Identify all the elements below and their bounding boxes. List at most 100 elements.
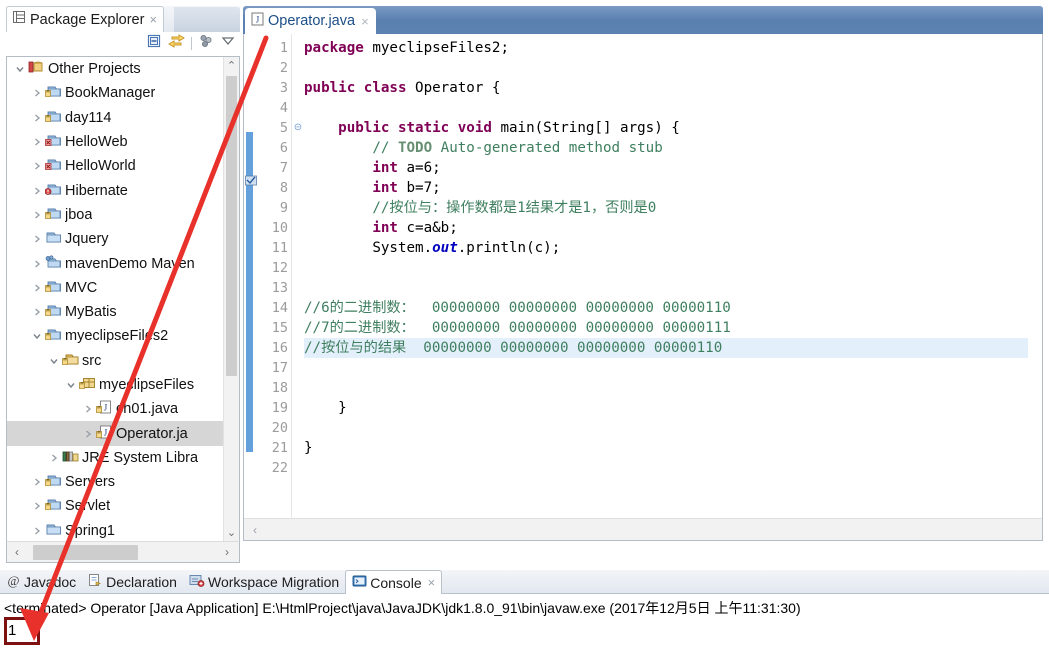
console-tab-javadoc[interactable]: @ Javadoc xyxy=(0,570,82,593)
code-line[interactable]: // TODO Auto-generated method stub xyxy=(304,138,1028,158)
code-line[interactable]: int a=6; xyxy=(304,158,1028,178)
code-line[interactable]: } xyxy=(304,398,1028,418)
code-line[interactable]: //按位与：操作数都是1结果才是1，否则是0 xyxy=(304,198,1028,218)
chevron-right-icon[interactable] xyxy=(81,429,95,439)
todo-task-marker-icon[interactable] xyxy=(245,174,257,187)
hscroll-left-arrow[interactable]: ‹ xyxy=(7,545,27,559)
close-icon[interactable]: × xyxy=(361,14,369,29)
tree-item-jboa[interactable]: jboa xyxy=(7,203,223,227)
chevron-right-icon[interactable] xyxy=(81,404,95,414)
code-line[interactable]: int b=7; xyxy=(304,178,1028,198)
code-token-p xyxy=(304,140,372,156)
code-line[interactable]: public static void main(String[] args) { xyxy=(304,118,1028,138)
tree-item-helloweb[interactable]: HelloWeb xyxy=(7,130,223,154)
explorer-vertical-scrollbar[interactable]: ⌃ ⌄ xyxy=(223,57,239,541)
tree-item-jre-system-libra[interactable]: JRE System Libra xyxy=(7,446,223,470)
tree-item-mavendemo-maven[interactable]: mavenDemo Maven xyxy=(7,251,223,275)
code-line[interactable]: //6的二进制数： 00000000 00000000 00000000 000… xyxy=(304,298,1028,318)
close-icon[interactable]: × xyxy=(149,13,157,26)
code-line[interactable] xyxy=(304,358,1028,378)
code-token-p: myeclipseFiles2; xyxy=(363,40,510,56)
tree-item-helloworld[interactable]: HelloWorld xyxy=(7,154,223,178)
package-icon xyxy=(78,375,96,395)
tree-item-day114[interactable]: day114 xyxy=(7,106,223,130)
editor-marker-bar[interactable] xyxy=(244,34,258,540)
scroll-down-arrow[interactable]: ⌄ xyxy=(224,524,239,541)
tree-item-servers[interactable]: Servers xyxy=(7,470,223,494)
web-project-icon xyxy=(44,132,62,152)
chevron-right-icon[interactable] xyxy=(30,501,44,511)
code-line-current[interactable]: //按位与的结果 00000000 00000000 00000000 0000… xyxy=(304,338,1028,358)
collapse-all-icon[interactable] xyxy=(146,33,162,54)
explorer-horizontal-scrollbar[interactable]: ‹ › xyxy=(6,541,240,563)
code-line[interactable]: } xyxy=(304,438,1028,458)
chevron-right-icon[interactable] xyxy=(30,113,44,123)
chevron-right-icon[interactable] xyxy=(47,453,61,463)
chevron-down-icon[interactable] xyxy=(64,380,78,390)
editor-horizontal-scrollbar[interactable]: ‹ xyxy=(244,518,1042,540)
code-text-area[interactable]: package myeclipseFiles2; public class Op… xyxy=(304,38,1028,540)
project-tree[interactable]: Other Projects BookManager day114 HelloWeb H… xyxy=(7,57,223,541)
chevron-right-icon[interactable] xyxy=(30,88,44,98)
scroll-thumb[interactable] xyxy=(226,76,237,376)
code-line[interactable]: //7的二进制数： 00000000 00000000 00000000 000… xyxy=(304,318,1028,338)
tree-item-jquery[interactable]: Jquery xyxy=(7,227,223,251)
tree-item-mybatis[interactable]: MyBatis xyxy=(7,300,223,324)
chevron-right-icon[interactable] xyxy=(30,210,44,220)
console-tab-declaration[interactable]: Declaration xyxy=(82,570,183,593)
chevron-right-icon[interactable] xyxy=(30,186,44,196)
code-line[interactable]: System.out.println(c); xyxy=(304,238,1028,258)
fold-collapse-icon[interactable]: ⊝ xyxy=(292,118,304,138)
chevron-right-icon[interactable] xyxy=(30,283,44,293)
code-line[interactable] xyxy=(304,278,1028,298)
console-body[interactable]: <terminated> Operator [Java Application]… xyxy=(0,594,1049,647)
code-line[interactable]: int c=a&b; xyxy=(304,218,1028,238)
tree-item-myeclipsefiles2[interactable]: myeclipseFiles2 xyxy=(7,324,223,348)
tree-item-servlet[interactable]: Servlet xyxy=(7,494,223,518)
chevron-down-icon[interactable] xyxy=(13,64,27,74)
java-file-icon: J xyxy=(95,399,113,419)
tree-item-src[interactable]: src xyxy=(7,349,223,373)
chevron-right-icon[interactable] xyxy=(30,161,44,171)
chevron-right-icon[interactable] xyxy=(30,259,44,269)
tree-item-spring1[interactable]: Spring1 xyxy=(7,519,223,541)
tree-item-myeclipsefiles[interactable]: myeclipseFiles xyxy=(7,373,223,397)
code-line[interactable]: public class Operator { xyxy=(304,78,1028,98)
tree-item-mvc[interactable]: MVC xyxy=(7,276,223,300)
code-token-p: } xyxy=(304,400,347,416)
code-line[interactable] xyxy=(304,458,1028,478)
chevron-right-icon[interactable] xyxy=(30,137,44,147)
tab-operator-java[interactable]: J Operator.java × xyxy=(245,8,376,34)
chevron-right-icon[interactable] xyxy=(30,307,44,317)
tree-item-operator-ja[interactable]: J Operator.ja xyxy=(7,421,223,446)
link-with-editor-icon[interactable] xyxy=(168,33,185,54)
chevron-down-icon[interactable] xyxy=(47,356,61,366)
chevron-right-icon[interactable] xyxy=(30,234,44,244)
chevron-down-icon[interactable] xyxy=(220,33,236,54)
tree-item-other-projects[interactable]: Other Projects xyxy=(7,57,223,81)
code-line[interactable] xyxy=(304,418,1028,438)
close-icon[interactable]: × xyxy=(428,575,436,590)
editor-hscroll-left-arrow[interactable]: ‹ xyxy=(244,523,266,537)
code-line[interactable] xyxy=(304,58,1028,78)
tree-item-hibernate[interactable]: Hibernate xyxy=(7,178,223,202)
console-tab-console[interactable]: Console × xyxy=(345,570,443,594)
view-menu-icon[interactable] xyxy=(198,33,214,54)
console-tab-workspace-migration[interactable]: Workspace Migration xyxy=(183,570,345,593)
hscroll-thumb[interactable] xyxy=(33,545,138,560)
tree-item-bookmanager[interactable]: BookManager xyxy=(7,81,223,105)
code-folding-column[interactable]: ⊝ xyxy=(292,38,304,540)
scroll-up-arrow[interactable]: ⌃ xyxy=(224,57,239,74)
chevron-right-icon[interactable] xyxy=(30,526,44,536)
code-line[interactable] xyxy=(304,378,1028,398)
tab-package-explorer[interactable]: Package Explorer × xyxy=(6,6,165,32)
code-token-p: c=a&b; xyxy=(397,220,458,236)
code-line[interactable] xyxy=(304,258,1028,278)
hscroll-right-arrow[interactable]: › xyxy=(217,545,237,559)
chevron-right-icon[interactable] xyxy=(30,477,44,487)
chevron-down-icon[interactable] xyxy=(30,331,44,341)
code-line[interactable] xyxy=(304,98,1028,118)
tree-item-ch01-java[interactable]: Jch01.java xyxy=(7,397,223,421)
code-line[interactable]: package myeclipseFiles2; xyxy=(304,38,1028,58)
